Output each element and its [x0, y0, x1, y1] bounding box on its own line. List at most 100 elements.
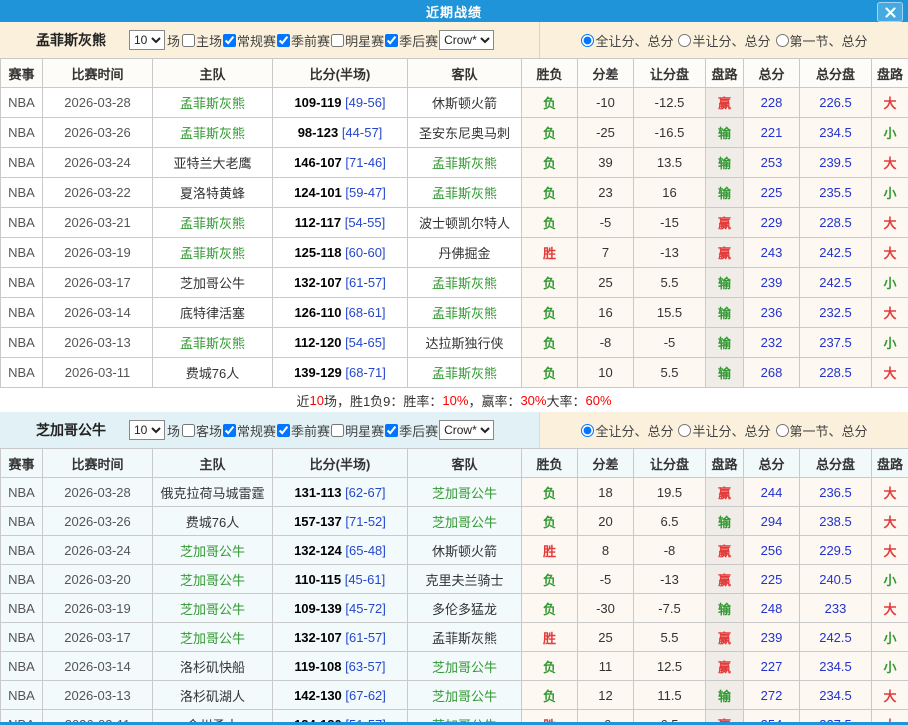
halftime-score: [67-62] [345, 688, 385, 703]
date-cell: 2026-03-14 [43, 652, 153, 681]
column-header: 让分盘 [634, 449, 706, 478]
home-team-cell: 芝加哥公牛 [153, 623, 273, 652]
final-score: 125-118 [294, 245, 341, 260]
handicap-result-cell: 输 [706, 328, 744, 358]
game-row: NBA2026-03-11费城76人139-129 [68-71]孟菲斯灰熊负1… [1, 358, 908, 388]
home-team-cell: 孟菲斯灰熊 [153, 118, 273, 148]
over-under-cell: 大 [872, 238, 908, 268]
result-cell: 负 [522, 507, 578, 536]
scope-radio[interactable] [678, 424, 691, 437]
final-score: 109-119 [294, 95, 341, 110]
column-header: 客队 [408, 449, 522, 478]
column-header: 盘路 [872, 59, 908, 88]
filter-checkbox[interactable] [223, 424, 236, 437]
scope-radio[interactable] [678, 34, 691, 47]
score-cell: 124-101 [59-47] [273, 178, 408, 208]
point-diff-cell: -5 [578, 208, 634, 238]
column-header: 赛事 [1, 59, 43, 88]
handicap-result-cell: 输 [706, 681, 744, 710]
final-score: 126-110 [294, 305, 341, 320]
handicap-line-cell: 5.5 [634, 358, 706, 388]
halftime-score: [49-56] [345, 95, 385, 110]
halftime-score: [54-55] [345, 215, 385, 230]
total-line-cell: 226.5 [800, 88, 872, 118]
league-cell: NBA [1, 268, 43, 298]
scope-radio-option: 半让分、总分 [677, 31, 770, 50]
filter-checkbox[interactable] [331, 424, 344, 437]
filter-left: 孟菲斯灰熊10场主场常规赛季前赛明星赛季后赛Crow* [0, 22, 540, 58]
filter-checkbox[interactable] [385, 424, 398, 437]
point-diff-cell: 25 [578, 623, 634, 652]
scope-radio[interactable] [776, 34, 789, 47]
date-cell: 2026-03-24 [43, 148, 153, 178]
total-points-cell: 256 [744, 536, 800, 565]
close-button[interactable] [877, 2, 903, 22]
league-cell: NBA [1, 507, 43, 536]
odds-company-select[interactable]: Crow* [439, 420, 494, 440]
over-under-cell: 小 [872, 118, 908, 148]
scope-radio[interactable] [776, 424, 789, 437]
game-row: NBA2026-03-22夏洛特黄蜂124-101 [59-47]孟菲斯灰熊负2… [1, 178, 908, 208]
games-count-select[interactable]: 10 [129, 30, 165, 50]
point-diff-cell: 16 [578, 298, 634, 328]
team-filterbar: 孟菲斯灰熊10场主场常规赛季前赛明星赛季后赛Crow*全让分、总分半让分、总分第… [0, 22, 908, 58]
over-under-cell: 小 [872, 565, 908, 594]
score-cell: 126-110 [68-61] [273, 298, 408, 328]
date-cell: 2026-03-26 [43, 118, 153, 148]
home-team-cell: 芝加哥公牛 [153, 565, 273, 594]
handicap-result-cell: 输 [706, 594, 744, 623]
game-row: NBA2026-03-17芝加哥公牛132-107 [61-57]孟菲斯灰熊胜2… [1, 623, 908, 652]
total-points-cell: 228 [744, 88, 800, 118]
filter-checkbox[interactable] [385, 34, 398, 47]
filter-checkbox[interactable] [277, 424, 290, 437]
odds-company-select[interactable]: Crow* [439, 30, 494, 50]
home-team-cell: 夏洛特黄蜂 [153, 178, 273, 208]
recent-results-dialog: 近期战绩 孟菲斯灰熊10场主场常规赛季前赛明星赛季后赛Crow*全让分、总分半让… [0, 0, 908, 725]
column-header: 总分 [744, 449, 800, 478]
filter-checkbox-label: 季前赛 [291, 421, 330, 440]
filter-checkbox[interactable] [223, 34, 236, 47]
summary-segment: 近 [296, 391, 309, 410]
summary-segment: ，赢率： [468, 391, 520, 410]
final-score: 132-107 [294, 630, 342, 645]
filter-checkbox-label: 季后赛 [399, 421, 438, 440]
scope-radio[interactable] [581, 34, 594, 47]
scope-radio-option: 半让分、总分 [677, 421, 770, 440]
scope-radio-label: 半让分、总分 [692, 421, 770, 440]
game-row: NBA2026-03-24亚特兰大老鹰146-107 [71-46]孟菲斯灰熊负… [1, 148, 908, 178]
filter-checkbox[interactable] [182, 34, 195, 47]
league-cell: NBA [1, 88, 43, 118]
column-header: 主队 [153, 449, 273, 478]
total-line-cell: 242.5 [800, 623, 872, 652]
table-header-row: 赛事比赛时间主队比分(半场)客队胜负分差让分盘盘路总分总分盘盘路 [1, 59, 908, 88]
filter-checkbox[interactable] [277, 34, 290, 47]
handicap-line-cell: 12.5 [634, 652, 706, 681]
total-points-cell: 225 [744, 178, 800, 208]
total-line-cell: 227.5 [800, 710, 872, 725]
game-row: NBA2026-03-19芝加哥公牛109-139 [45-72]多伦多猛龙负-… [1, 594, 908, 623]
game-row: NBA2026-03-21孟菲斯灰熊112-117 [54-55]波士顿凯尔特人… [1, 208, 908, 238]
column-header: 胜负 [522, 449, 578, 478]
point-diff-cell: 18 [578, 478, 634, 507]
filter-checkbox[interactable] [182, 424, 195, 437]
away-team-cell: 孟菲斯灰熊 [408, 178, 522, 208]
score-cell: 132-107 [61-57] [273, 268, 408, 298]
handicap-result-cell: 赢 [706, 88, 744, 118]
league-cell: NBA [1, 681, 43, 710]
column-header: 盘路 [872, 449, 908, 478]
filter-checkbox-label: 常规赛 [237, 421, 276, 440]
column-header: 让分盘 [634, 59, 706, 88]
score-cell: 112-117 [54-55] [273, 208, 408, 238]
total-line-cell: 229.5 [800, 536, 872, 565]
total-points-cell: 239 [744, 623, 800, 652]
summary-segment: 10% [442, 393, 468, 408]
halftime-score: [60-60] [345, 245, 385, 260]
scope-radio[interactable] [581, 424, 594, 437]
filter-checkbox[interactable] [331, 34, 344, 47]
games-count-select[interactable]: 10 [129, 420, 165, 440]
date-cell: 2026-03-20 [43, 565, 153, 594]
handicap-line-cell: -12.5 [634, 88, 706, 118]
scope-radio-label: 全让分、总分 [595, 421, 673, 440]
point-diff-cell: 10 [578, 358, 634, 388]
league-cell: NBA [1, 298, 43, 328]
